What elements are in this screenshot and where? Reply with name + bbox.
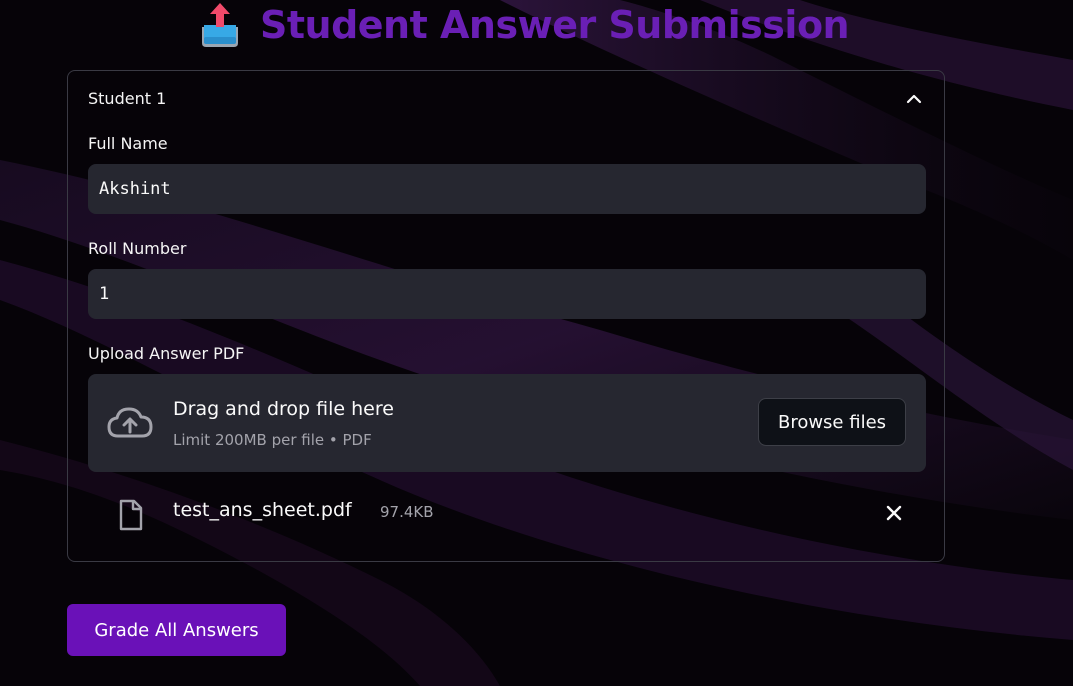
browse-files-button[interactable]: Browse files	[758, 398, 906, 446]
roll-number-input[interactable]: 1	[88, 269, 926, 319]
roll-number-label: Roll Number	[88, 239, 187, 258]
file-dropzone[interactable]: Drag and drop file here Limit 200MB per …	[88, 374, 926, 472]
upload-tray-icon	[198, 1, 242, 49]
dropzone-hint: Limit 200MB per file • PDF	[173, 431, 372, 449]
file-size: 97.4KB	[380, 503, 434, 521]
student-expander: Student 1 Full Name Akshint Roll Number …	[67, 70, 945, 562]
full-name-input[interactable]: Akshint	[88, 164, 926, 214]
title-row: Student Answer Submission	[198, 0, 850, 50]
chevron-up-icon[interactable]	[906, 91, 922, 105]
grade-all-answers-button[interactable]: Grade All Answers	[67, 604, 286, 656]
upload-pdf-label: Upload Answer PDF	[88, 344, 245, 363]
full-name-label: Full Name	[88, 134, 168, 153]
page-title: Student Answer Submission	[260, 3, 850, 47]
uploaded-file-row: test_ans_sheet.pdf 97.4KB	[88, 491, 926, 535]
cloud-upload-icon	[106, 404, 154, 444]
file-icon	[118, 499, 144, 531]
close-icon[interactable]	[884, 503, 904, 523]
file-name: test_ans_sheet.pdf	[173, 499, 352, 521]
expander-label[interactable]: Student 1	[88, 89, 166, 108]
dropzone-title: Drag and drop file here	[173, 398, 394, 420]
